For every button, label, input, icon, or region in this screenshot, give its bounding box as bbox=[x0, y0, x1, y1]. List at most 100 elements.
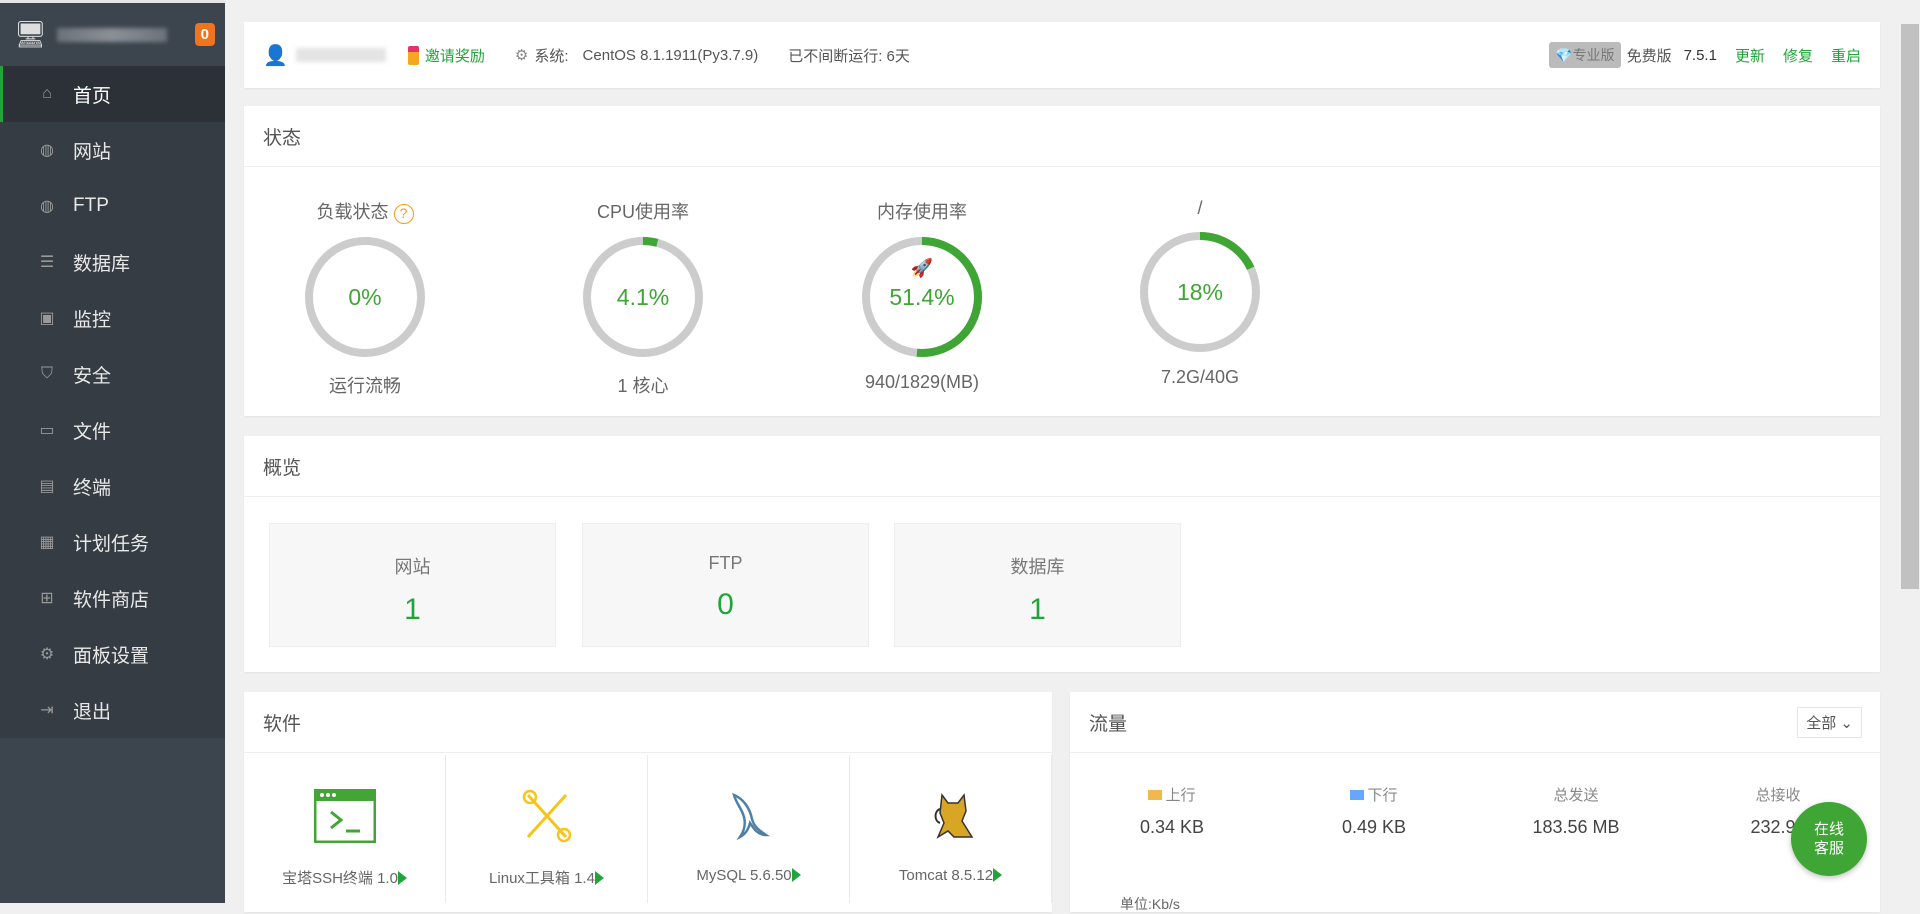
grid-icon: ⊞ bbox=[40, 590, 54, 607]
server-icon: 🖥 bbox=[14, 19, 48, 49]
software-title: 软件 bbox=[244, 692, 1052, 753]
software-name: MySQL 5.6.50 bbox=[696, 867, 792, 884]
gauge-value: 0% bbox=[348, 284, 381, 310]
sidebar-item-1[interactable]: ◍ 网站 bbox=[0, 122, 225, 178]
uptime: 已不间断运行: 6天 bbox=[788, 47, 910, 65]
traffic-unit: 单位:Kb/s bbox=[1120, 896, 1180, 912]
sidebar-item-label: 软件商店 bbox=[73, 589, 150, 611]
download-label: 下行 bbox=[1367, 787, 1398, 804]
gauge-title: 内存使用率 bbox=[877, 202, 967, 222]
play-icon[interactable] bbox=[791, 868, 801, 882]
software-icon bbox=[850, 789, 1051, 845]
system-label: 系统: bbox=[534, 47, 569, 65]
overview-card-name: 数据库 bbox=[1010, 557, 1065, 577]
folder-icon: ▭ bbox=[39, 422, 55, 439]
software-item[interactable]: MySQL 5.6.50 bbox=[648, 755, 850, 903]
sidebar: 🖥 0 ⌂ 首页 ◍ 网站 ◍ FTP ☰ 数据库 ▣ 监控 ⛉ 安全 ▭ 文件 ▤ 终端 ▦ 计划任务 ⊞ 软件商店… bbox=[0, 0, 225, 903]
upload-label: 上行 bbox=[1165, 787, 1196, 804]
play-icon[interactable] bbox=[993, 868, 1003, 882]
scrollbar[interactable] bbox=[1900, 0, 1920, 903]
sidebar-item-label: 监控 bbox=[73, 309, 112, 331]
terminal-icon bbox=[313, 788, 376, 844]
sidebar-item-9[interactable]: ⊞ 软件商店 bbox=[0, 570, 225, 626]
overview-card-value[interactable]: 0 bbox=[583, 588, 868, 622]
sidebar-header: 🖥 0 bbox=[0, 0, 225, 66]
sidebar-item-3[interactable]: ☰ 数据库 bbox=[0, 234, 225, 290]
gear-icon: ⚙ bbox=[514, 47, 529, 64]
help-icon[interactable]: ? bbox=[393, 204, 414, 224]
server-name-blurred bbox=[57, 27, 168, 42]
software-icon bbox=[244, 788, 445, 845]
sidebar-item-0[interactable]: ⌂ 首页 bbox=[0, 66, 225, 122]
rocket-icon: 🚀 bbox=[911, 257, 933, 278]
sidebar-item-label: 首页 bbox=[73, 85, 112, 107]
system-value: CentOS 8.1.1911(Py3.7.9) bbox=[582, 46, 759, 64]
sidebar-item-7[interactable]: ▤ 终端 bbox=[0, 458, 225, 514]
sidebar-item-label: 计划任务 bbox=[73, 533, 150, 555]
gauge-title: / bbox=[1197, 198, 1203, 218]
gauge-title: CPU使用率 bbox=[596, 202, 689, 222]
sidebar-item-5[interactable]: ⛉ 安全 bbox=[0, 346, 225, 402]
top-info-bar: 👤 邀请奖励 ⚙ 系统: CentOS 8.1.1911(Py3.7.9) 已不… bbox=[244, 22, 1880, 88]
edition: 免费版 bbox=[1626, 47, 1672, 65]
overview-card-value[interactable]: 1 bbox=[895, 593, 1180, 627]
sidebar-item-label: FTP bbox=[73, 195, 109, 216]
total-sent-value: 183.56 MB bbox=[1532, 817, 1620, 837]
software-item[interactable]: Tomcat 8.5.12 bbox=[850, 755, 1052, 903]
support-line2: 客服 bbox=[1813, 840, 1844, 857]
overview-card[interactable]: FTP 0 bbox=[582, 523, 869, 647]
overview-card-value[interactable]: 1 bbox=[270, 593, 555, 627]
traffic-select-value: 全部 bbox=[1806, 714, 1837, 732]
gauge-value: 51.4% bbox=[889, 284, 954, 310]
software-name: 宝塔SSH终端 1.0 bbox=[282, 870, 398, 887]
play-icon[interactable] bbox=[397, 871, 407, 885]
software-icon bbox=[648, 789, 849, 845]
play-icon[interactable] bbox=[594, 871, 604, 885]
sidebar-item-10[interactable]: ⚙ 面板设置 bbox=[0, 626, 225, 682]
restart-link[interactable]: 重启 bbox=[1831, 45, 1861, 66]
overview-card-name: 网站 bbox=[394, 557, 431, 577]
gauge-1: CPU使用率 4.1% 1 核心 bbox=[533, 198, 753, 398]
sidebar-item-4[interactable]: ▣ 监控 bbox=[0, 290, 225, 346]
overview-card-name: FTP bbox=[708, 553, 743, 573]
download-stat: 下行 0.49 KB bbox=[1274, 784, 1474, 838]
sidebar-item-11[interactable]: ⇥ 退出 bbox=[0, 682, 225, 738]
gauge-subtitle: 7.2G/40G bbox=[1160, 367, 1240, 387]
support-line1: 在线 bbox=[1813, 821, 1844, 838]
gauge-3: / 18% 7.2G/40G bbox=[1090, 198, 1310, 388]
online-support-button[interactable]: 在线 客服 bbox=[1791, 802, 1867, 876]
download-value: 0.49 KB bbox=[1341, 817, 1407, 837]
software-item[interactable]: Linux工具箱 1.4 bbox=[446, 755, 648, 903]
overview-title: 概览 bbox=[244, 436, 1880, 497]
overview-card[interactable]: 数据库 1 bbox=[894, 523, 1181, 647]
download-legend-swatch bbox=[1350, 790, 1365, 800]
sidebar-item-label: 终端 bbox=[73, 477, 112, 499]
total-sent-stat: 总发送 183.56 MB bbox=[1476, 784, 1676, 838]
software-name: Linux工具箱 1.4 bbox=[489, 870, 595, 887]
gauge-value: 4.1% bbox=[617, 284, 669, 310]
update-link[interactable]: 更新 bbox=[1735, 45, 1765, 66]
version-area: 💎专业版 免费版 7.5.1 更新 修复 重启 bbox=[1549, 42, 1861, 68]
database-icon: ☰ bbox=[39, 254, 55, 271]
software-item[interactable]: 宝塔SSH终端 1.0 bbox=[244, 755, 446, 903]
mysql-dolphin-icon bbox=[731, 792, 770, 841]
invite-link[interactable]: 邀请奖励 bbox=[425, 45, 485, 66]
sidebar-item-8[interactable]: ▦ 计划任务 bbox=[0, 514, 225, 570]
message-badge[interactable]: 0 bbox=[194, 23, 215, 46]
gauge-ring: 🚀 51.4% bbox=[862, 237, 982, 357]
sidebar-item-label: 文件 bbox=[73, 421, 112, 443]
repair-link[interactable]: 修复 bbox=[1783, 45, 1813, 66]
upload-value: 0.34 KB bbox=[1139, 817, 1205, 837]
traffic-select[interactable]: 全部 ⌄ bbox=[1797, 706, 1862, 738]
status-panel: 状态 bbox=[244, 106, 1880, 416]
gauge-0: 负载状态 ? 0% 运行流畅 bbox=[255, 198, 475, 398]
traffic-title-text: 流量 bbox=[1089, 713, 1128, 735]
scrollbar-thumb[interactable] bbox=[1901, 24, 1919, 589]
sidebar-item-2[interactable]: ◍ FTP bbox=[0, 178, 225, 234]
sidebar-item-6[interactable]: ▭ 文件 bbox=[0, 402, 225, 458]
sidebar-item-label: 数据库 bbox=[73, 253, 131, 275]
toolbox-icon bbox=[522, 789, 571, 843]
pro-badge[interactable]: 💎专业版 bbox=[1549, 42, 1621, 68]
overview-card[interactable]: 网站 1 bbox=[269, 523, 556, 647]
total-received-label: 总接收 bbox=[1755, 787, 1801, 804]
